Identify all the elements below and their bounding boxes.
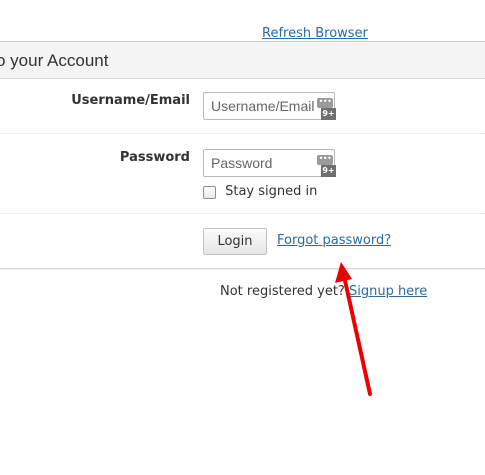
signup-link[interactable]: Signup here [349, 284, 427, 299]
row-divider [0, 213, 485, 214]
stay-signed-in-checkbox[interactable] [203, 186, 216, 199]
password-manager-badge: 9+ [321, 165, 336, 177]
login-button[interactable]: Login [203, 228, 267, 255]
password-manager-icon[interactable]: ••• 9+ [317, 155, 337, 177]
username-input[interactable] [204, 93, 314, 119]
password-manager-dots-icon: ••• [317, 154, 333, 165]
stay-signed-in-row: Stay signed in [203, 184, 317, 203]
password-manager-badge: 9+ [321, 108, 336, 120]
panel-title: o your Account [0, 51, 109, 70]
password-manager-icon[interactable]: ••• 9+ [317, 98, 337, 120]
forgot-password-link[interactable]: Forgot password? [277, 233, 391, 248]
panel-header: o your Account [0, 41, 485, 79]
annotation-arrow-head [335, 262, 352, 283]
password-manager-dots-icon: ••• [317, 97, 333, 108]
not-registered-text: Not registered yet? [220, 284, 345, 299]
refresh-browser-link[interactable]: Refresh Browser [262, 26, 368, 41]
row-divider [0, 133, 485, 134]
stay-signed-in-label[interactable]: Stay signed in [225, 184, 317, 199]
password-input[interactable] [204, 150, 314, 176]
password-field-container: ••• 9+ [203, 149, 337, 177]
register-prompt: Not registered yet? Signup here [220, 284, 427, 299]
password-label: Password [119, 150, 190, 165]
username-label: Username/Email [71, 93, 190, 108]
panel-bottom-border [0, 268, 485, 269]
username-field-container: ••• 9+ [203, 92, 337, 120]
login-page: Refresh Browser o your Account Username/… [0, 0, 485, 475]
